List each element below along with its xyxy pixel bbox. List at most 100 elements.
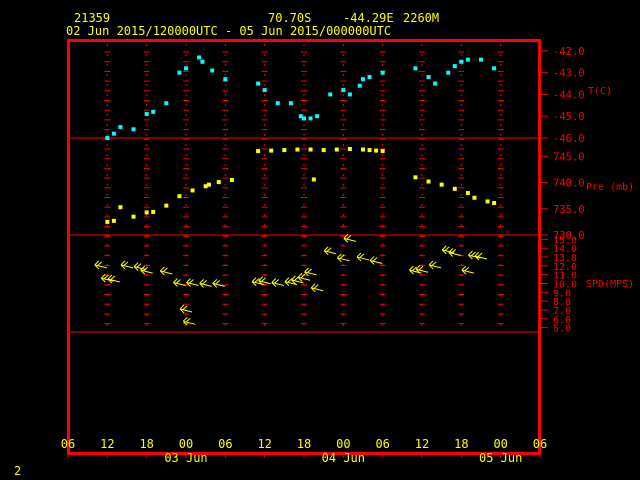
pressure-point [111, 218, 116, 223]
temperature-point [367, 75, 372, 80]
pressure-point [380, 149, 385, 154]
wind-barb-shape [212, 279, 225, 288]
wind-barb-shape [448, 248, 461, 257]
y-axis-label: Pre (mb) [586, 182, 634, 193]
pressure-point [426, 179, 431, 184]
pressure-point [334, 147, 339, 152]
wind-barb-shape [284, 277, 298, 286]
wind-barb-shape [474, 251, 488, 261]
pressure-point [282, 148, 287, 153]
temperature-point [492, 66, 497, 71]
x-day-label: 05 Jun [479, 451, 522, 465]
y-tick-label: -46.0 [553, 133, 585, 145]
temperature-point [459, 59, 464, 64]
temperature-point [302, 116, 306, 121]
pressure-point [144, 210, 149, 215]
temperature-point [131, 127, 136, 132]
x-day-label: 04 Jun [322, 451, 365, 465]
y-tick-label: -42.0 [553, 46, 585, 58]
temperature-point [105, 136, 110, 140]
temperature-point [308, 116, 313, 121]
wind-barb [94, 260, 107, 270]
wind-barb-shape [159, 266, 173, 276]
pressure-point [269, 148, 274, 153]
temperature-point [164, 101, 169, 106]
temperature-point [288, 101, 293, 106]
wind-barb-shape [107, 274, 121, 284]
pressure-point [472, 195, 477, 200]
y-axis-label: T(C) [588, 86, 612, 97]
temperature-point [446, 70, 451, 75]
pressure-point [413, 175, 418, 180]
y-tick-label: 740.0 [553, 178, 585, 190]
temperature-point [197, 55, 202, 60]
temperature-point [361, 77, 365, 82]
wind-barb-shape [140, 265, 153, 275]
wind-barb-shape [271, 278, 284, 287]
x-tick-label: 06 [61, 437, 75, 451]
temperature-point [118, 125, 123, 130]
x-day-label: 03 Jun [164, 451, 207, 465]
x-tick-label: 18 [454, 437, 468, 451]
pressure-point [131, 214, 136, 219]
wind-barb [356, 252, 370, 262]
pressure-point [361, 147, 365, 152]
temperature-point [315, 114, 320, 119]
x-tick-label: 06 [533, 437, 547, 451]
wind-barb-shape [120, 260, 134, 270]
pressure-point [485, 199, 490, 204]
wind-barb [323, 246, 337, 256]
x-tick-label: 12 [257, 437, 271, 451]
wind-barb-shape [343, 234, 357, 243]
temperature-point [210, 68, 215, 73]
temperature-point [479, 57, 483, 62]
pressure-point [295, 147, 300, 152]
y-axis-label: SPD(MPS) [586, 279, 634, 290]
wind-barb [159, 266, 173, 276]
wind-barb-shape [179, 304, 193, 314]
wind-barb [448, 248, 461, 257]
pressure-point [321, 148, 326, 153]
pressure-point [439, 182, 444, 187]
x-tick-label: 18 [297, 437, 311, 451]
wind-barb-shape [173, 278, 186, 287]
y-tick-label: 745.0 [553, 151, 585, 163]
temperature-point [223, 77, 228, 82]
pressure-point [465, 191, 470, 196]
plot-frame [67, 39, 541, 455]
wind-barb [199, 279, 212, 288]
temperature-point [200, 59, 205, 64]
wind-barb-shape [94, 260, 107, 270]
wind-barb [461, 265, 475, 275]
wind-barb [212, 279, 225, 288]
temperature-point [413, 66, 418, 71]
wind-barb-shape [323, 246, 337, 256]
temperature-point [357, 83, 362, 88]
pressure-point [229, 177, 234, 182]
pressure-point [367, 148, 372, 153]
y-tick-label: -45.0 [553, 111, 585, 123]
x-tick-label: 18 [139, 437, 153, 451]
meteogram-chart: -42.0 -43.0 -44.0 -45.0 -46.0 T(C) 745.0 740.0 7… [61, 39, 634, 465]
pressure-point [308, 147, 313, 152]
wind-barb [179, 304, 193, 314]
pressure-point [151, 209, 156, 214]
wind-barb [310, 283, 324, 293]
pressure-point [216, 180, 221, 185]
y-tick-label: 5.0 [553, 324, 571, 335]
pressure-point [347, 147, 352, 152]
temperature-point [452, 64, 457, 69]
wind-barb-shape [369, 256, 383, 265]
temperature-point [275, 101, 280, 106]
x-tick-label: 00 [336, 437, 350, 451]
pressure-point [190, 188, 195, 193]
wind-barb [173, 278, 186, 287]
y-tick-label: -44.0 [553, 89, 585, 101]
wind-barb [107, 274, 121, 284]
pressure-point [206, 182, 211, 187]
pressure-point [256, 149, 261, 154]
pressure-point [374, 148, 379, 153]
temperature-point [433, 81, 438, 86]
pressure-point [311, 177, 316, 182]
pressure-point [105, 219, 110, 224]
